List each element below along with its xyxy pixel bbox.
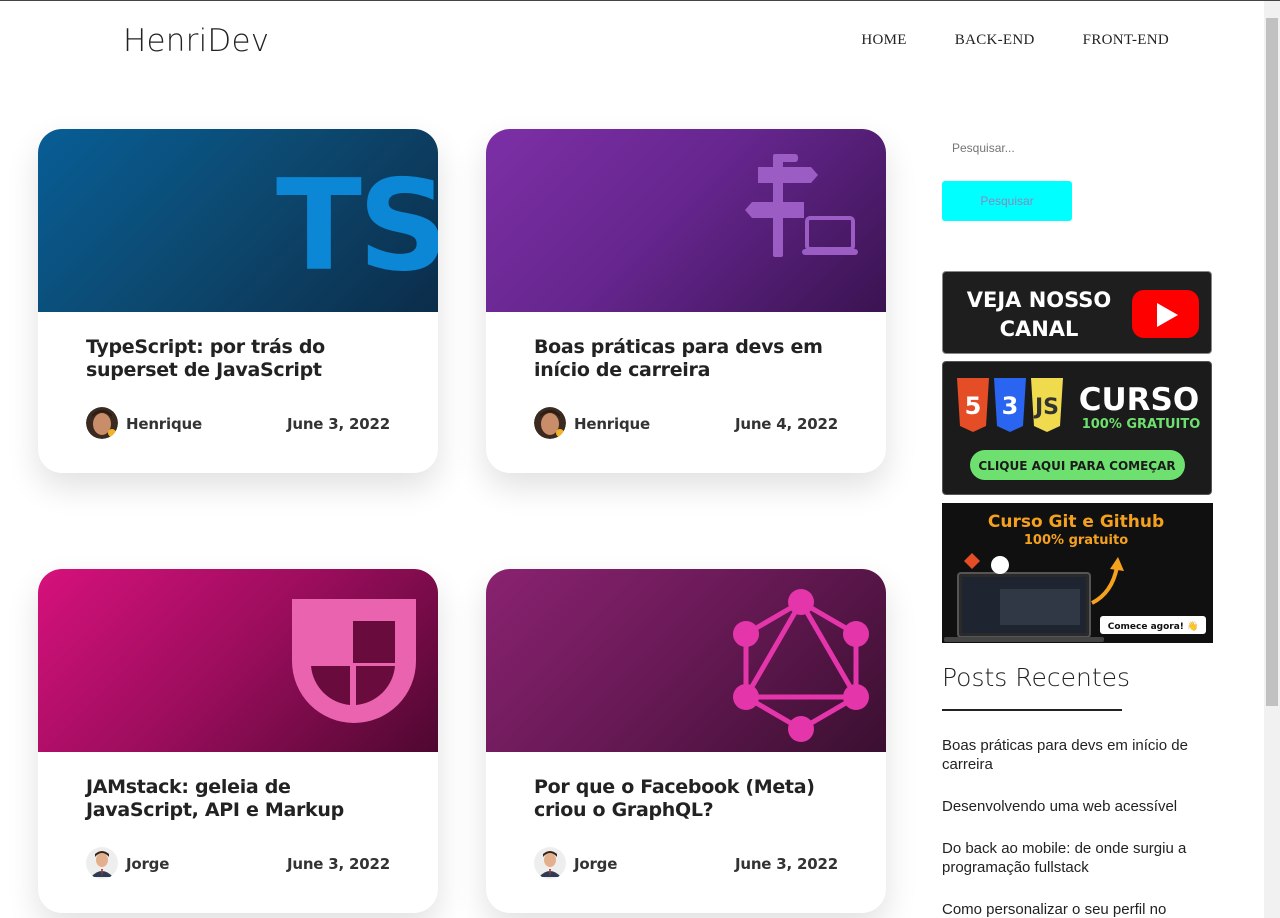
page-scrollbar[interactable] (1264, 1, 1280, 918)
post-title[interactable]: Boas práticas para devs em início de car… (534, 336, 854, 382)
post-card[interactable]: TS TypeScript: por trás do superset de J… (38, 129, 438, 473)
post-card[interactable]: Boas práticas para devs em início de car… (486, 129, 886, 473)
post-card[interactable]: Por que o Facebook (Meta) criou o GraphQ… (486, 569, 886, 913)
author-avatar (534, 847, 566, 879)
recent-post-link[interactable]: Boas práticas para devs em início de car… (942, 736, 1212, 774)
svg-text:TS: TS (276, 152, 438, 299)
post-meta: Henrique June 3, 2022 (86, 407, 390, 441)
svg-text:JS: JS (1033, 395, 1059, 420)
scrollbar-thumb[interactable] (1266, 18, 1278, 706)
svg-text:100% gratuito: 100% gratuito (1024, 533, 1128, 548)
arrow-icon (1091, 566, 1119, 605)
post-author[interactable]: Henrique (574, 415, 650, 433)
post-card[interactable]: JAMstack: geleia de JavaScript, API e Ma… (38, 569, 438, 913)
post-meta: Jorge June 3, 2022 (86, 847, 390, 881)
youtube-channel-banner[interactable]: VEJA NOSSO CANAL (942, 271, 1212, 354)
site-header: HenriDev HOME BACK-END FRONT-END (0, 1, 1264, 83)
post-title[interactable]: TypeScript: por trás do superset de Java… (86, 336, 406, 382)
post-meta: Henrique June 4, 2022 (534, 407, 838, 441)
svg-text:3: 3 (1002, 392, 1019, 420)
post-meta: Jorge June 3, 2022 (534, 847, 838, 881)
post-date: June 3, 2022 (286, 855, 390, 873)
nav-back-end[interactable]: BACK-END (955, 32, 1035, 49)
post-date: June 3, 2022 (734, 855, 838, 873)
post-thumbnail[interactable]: TS (38, 129, 438, 312)
search-button[interactable]: Pesquisar (942, 181, 1072, 221)
svg-text:VEJA NOSSO: VEJA NOSSO (967, 288, 1112, 312)
recent-posts-list: Boas práticas para devs em início de car… (942, 736, 1212, 918)
post-author[interactable]: Henrique (126, 415, 202, 433)
post-date: June 3, 2022 (286, 415, 390, 433)
recent-post-link[interactable]: Como personalizar o seu perfil no (942, 900, 1212, 918)
nav-front-end[interactable]: FRONT-END (1083, 32, 1169, 49)
post-thumbnail[interactable] (486, 569, 886, 752)
free-course-banner[interactable]: 5 3 JS CURSO 100% GRATUITO CLIQUE AQUI P… (942, 361, 1212, 495)
author-avatar (534, 407, 566, 439)
git-github-course-banner[interactable]: Curso Git e Github 100% gratuito Comece … (942, 503, 1213, 643)
post-thumbnail[interactable] (486, 129, 886, 312)
heading-underline (942, 709, 1122, 711)
html-css-js-shields-icon: 5 3 JS (957, 378, 1063, 432)
post-title[interactable]: Por que o Facebook (Meta) criou o GraphQ… (534, 776, 854, 822)
author-avatar (86, 407, 118, 439)
typescript-logo-icon: TS (276, 152, 438, 299)
nav-home[interactable]: HOME (861, 32, 906, 49)
recent-post-link[interactable]: Do back ao mobile: de onde surgiu a prog… (942, 839, 1212, 877)
post-author[interactable]: Jorge (126, 855, 169, 873)
site-logo[interactable]: HenriDev (123, 23, 269, 59)
recent-post-link[interactable]: Desenvolvendo uma web acessível (942, 797, 1212, 816)
svg-text:Comece agora! 👋: Comece agora! 👋 (1108, 621, 1199, 632)
recent-posts-heading: Posts Recentes (942, 663, 1131, 692)
svg-text:Curso Git e Github: Curso Git e Github (988, 512, 1164, 532)
post-date: June 4, 2022 (734, 415, 838, 433)
git-github-logo-icon (964, 553, 1009, 574)
svg-text:5: 5 (965, 392, 982, 420)
svg-text:CLIQUE AQUI PARA COMEÇAR: CLIQUE AQUI PARA COMEÇAR (978, 459, 1175, 473)
graphql-logo-icon (733, 589, 869, 742)
post-title[interactable]: JAMstack: geleia de JavaScript, API e Ma… (86, 776, 406, 822)
post-thumbnail[interactable] (38, 569, 438, 752)
jamstack-logo-icon (292, 599, 416, 723)
svg-text:CURSO: CURSO (1079, 382, 1199, 418)
post-author[interactable]: Jorge (574, 855, 617, 873)
main-nav: HOME BACK-END FRONT-END (861, 32, 1169, 49)
svg-text:CANAL: CANAL (1000, 317, 1079, 341)
svg-text:100% GRATUITO: 100% GRATUITO (1082, 417, 1201, 432)
search-input[interactable] (942, 131, 1212, 165)
signpost-laptop-icon (745, 154, 858, 257)
youtube-play-icon (1132, 290, 1199, 338)
laptop-screenshot-icon (944, 572, 1104, 642)
author-avatar (86, 847, 118, 879)
